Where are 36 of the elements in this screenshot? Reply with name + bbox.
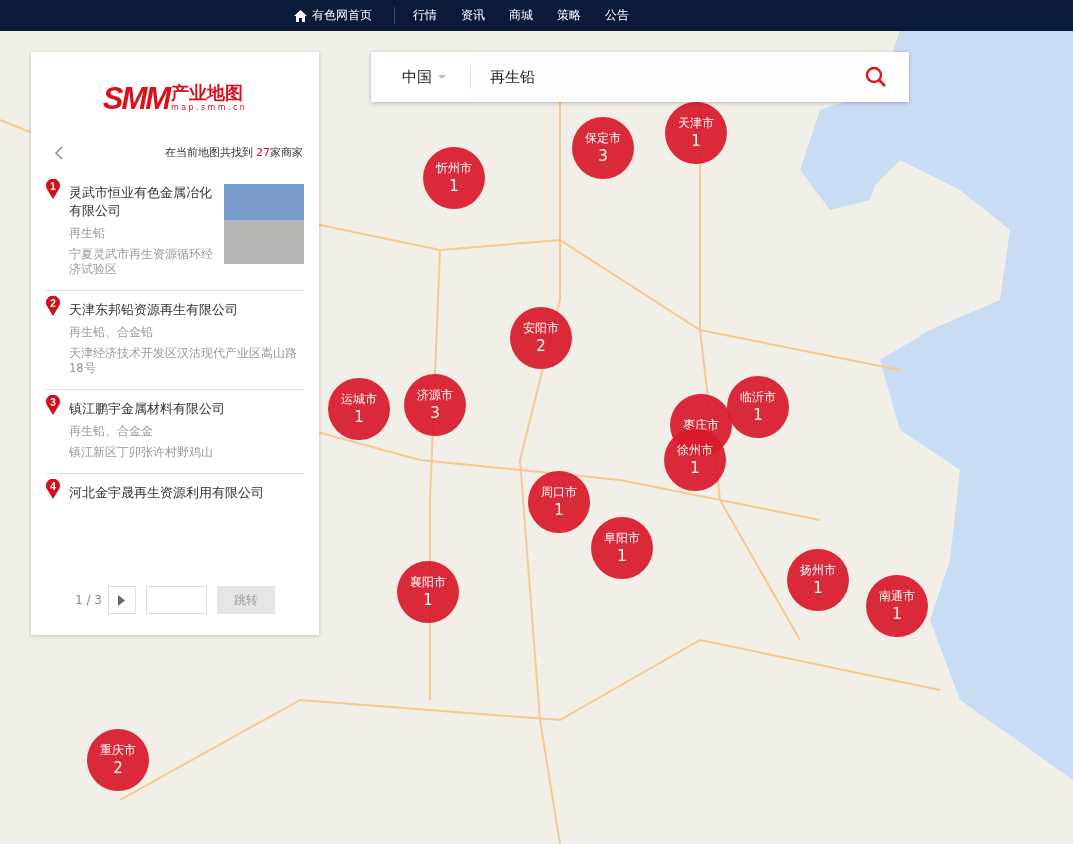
result-item[interactable]: 3 镇江鹏宇金属材料有限公司 再生铅、合金金 镇江新区丁卯张许村野鸡山: [46, 390, 304, 474]
company-address: 宁夏灵武市再生资源循环经济试验区: [69, 247, 214, 277]
back-button[interactable]: [55, 145, 63, 160]
home-link[interactable]: 有色网首页: [294, 7, 372, 24]
search-field[interactable]: 再生铅: [472, 52, 865, 102]
result-item[interactable]: 2 天津东邦铅资源再生有限公司 再生铅、合金铅 天津经济技术开发区汉沽现代产业区嵩山路18号: [46, 291, 304, 390]
play-icon: [118, 594, 126, 606]
caret-icon: [438, 75, 446, 79]
result-item[interactable]: 1 灵武市恒业有色金属冶化有限公司 再生铅 宁夏灵武市再生资源循环经济试验区: [46, 174, 304, 291]
company-name: 镇江鹏宇金属材料有限公司: [69, 400, 226, 418]
nav-link[interactable]: 资讯: [461, 7, 485, 24]
company-address: 镇江新区丁卯张许村野鸡山: [69, 445, 214, 460]
nav-link[interactable]: 公告: [605, 7, 629, 24]
map-pin-icon: 4: [46, 479, 60, 499]
search-icon: [865, 66, 887, 88]
nav-link[interactable]: 商城: [509, 7, 533, 24]
map-pin-icon: 3: [46, 395, 60, 415]
product-tags: 再生铅: [69, 225, 215, 242]
company-address: 天津经济技术开发区汉沽现代产业区嵩山路18号: [69, 346, 298, 376]
results-summary: 在当前地图共找到 27家商家: [164, 145, 303, 160]
chevron-left-icon: [55, 145, 63, 160]
house-icon: [294, 9, 307, 22]
company-name: 天津东邦铅资源再生有限公司: [69, 301, 239, 319]
map-pin-icon: 2: [46, 296, 60, 316]
nav-link[interactable]: 策略: [557, 7, 581, 24]
page-indicator: 1 / 3: [75, 593, 102, 607]
map-pin-icon: 1: [46, 179, 60, 199]
result-item[interactable]: 4 河北金宇晟再生资源利用有限公司: [46, 474, 304, 515]
product-tags: 再生铅、合金金: [69, 423, 304, 440]
product-tags: 再生铅、合金铅: [69, 324, 304, 341]
next-page-button[interactable]: [107, 586, 136, 614]
region-dropdown[interactable]: 中国: [371, 67, 446, 87]
company-name: 灵武市恒业有色金属冶化有限公司: [69, 184, 213, 220]
company-name: 河北金宇晟再生资源利用有限公司: [69, 484, 265, 502]
page-number-field[interactable]: [145, 586, 207, 614]
nav-link[interactable]: 行情: [413, 7, 437, 24]
